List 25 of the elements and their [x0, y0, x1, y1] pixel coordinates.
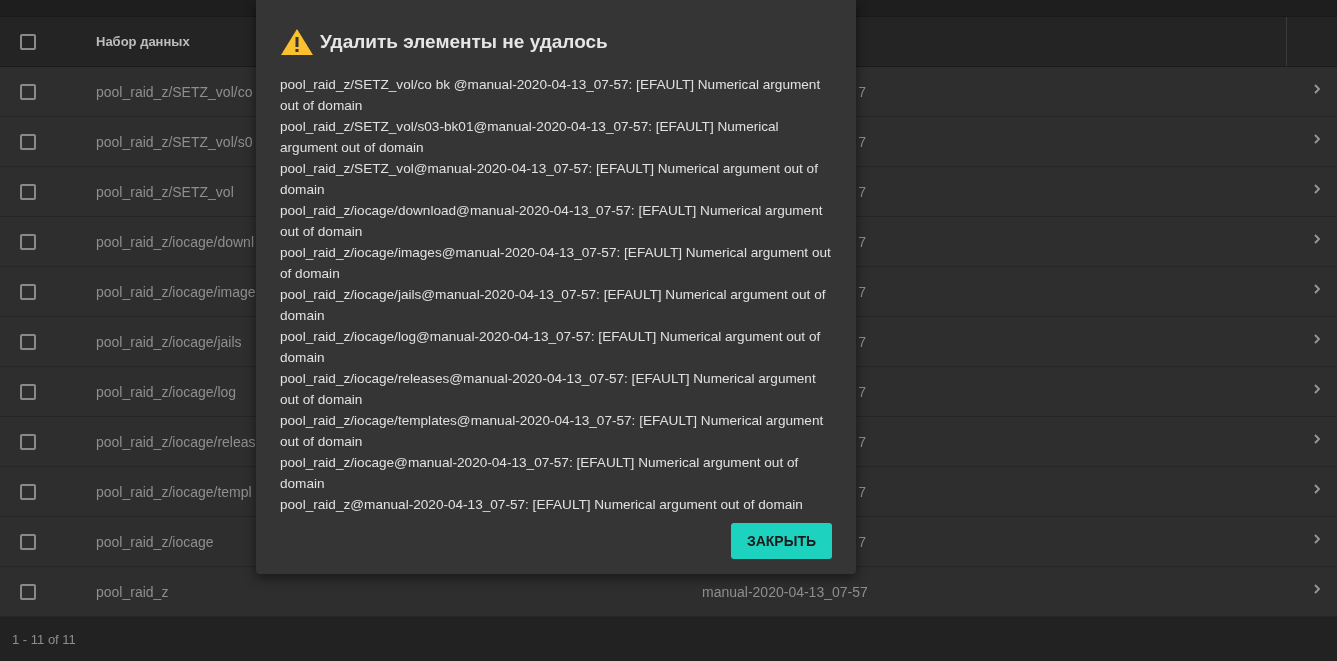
- dataset-cell: pool_raid_z/iocage/releas: [96, 433, 256, 450]
- dataset-cell: pool_raid_z/iocage/jails: [96, 333, 242, 350]
- error-message: pool_raid_z@manual-2020-04-13_07-57: [EFAULT] Numerical argument out of domain: [280, 496, 804, 514]
- snapshot-cell: 7: [858, 283, 866, 300]
- snapshot-cell: 7: [858, 433, 866, 450]
- dataset-cell: pool_raid_z: [96, 583, 169, 600]
- paginator-range: 1 - 11 of 11: [12, 631, 76, 647]
- dataset-cell: pool_raid_z/iocage/image: [96, 283, 256, 300]
- snapshot-cell: 7: [858, 333, 866, 350]
- dataset-cell: pool_raid_z/iocage: [96, 533, 214, 550]
- snapshot-cell: 7: [858, 533, 866, 550]
- dataset-cell: pool_raid_z/SETZ_vol: [96, 183, 234, 200]
- snapshot-cell: 7: [858, 383, 866, 400]
- snapshot-cell: manual-2020-04-13_07-57: [702, 583, 868, 600]
- snapshot-cell: 7: [858, 233, 866, 250]
- dataset-cell: pool_raid_z/iocage/log: [96, 383, 237, 400]
- dialog-title: Удалить элементы не удалось: [320, 31, 608, 53]
- dataset-cell: pool_raid_z/iocage/templ: [96, 483, 252, 500]
- dataset-cell: pool_raid_z/SETZ_vol/co: [96, 83, 253, 100]
- dataset-cell: pool_raid_z/iocage/downl: [96, 233, 254, 250]
- snapshot-cell: 7: [858, 133, 866, 150]
- snapshot-cell: 7: [858, 183, 866, 200]
- snapshot-cell: 7: [858, 83, 866, 100]
- dataset-cell: pool_raid_z/SETZ_vol/s0: [96, 133, 253, 150]
- snapshot-cell: 7: [858, 483, 866, 500]
